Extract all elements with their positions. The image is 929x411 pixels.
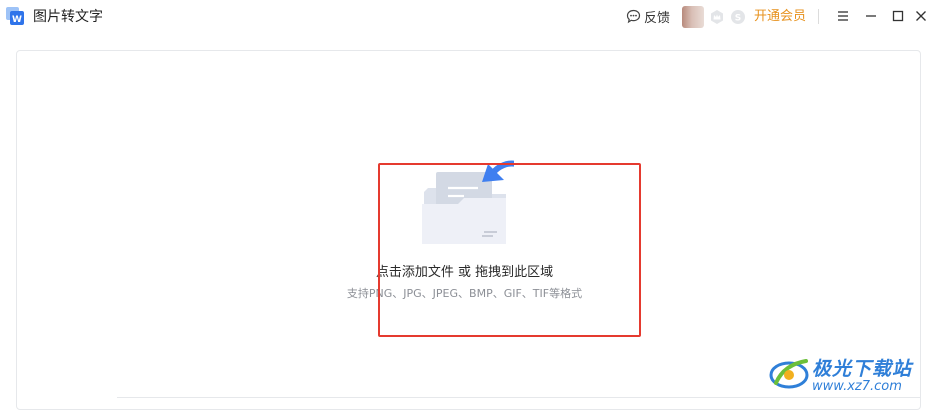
close-icon[interactable] (912, 7, 929, 25)
app-title: 图片转文字 (33, 9, 103, 25)
site-watermark: 极光下载站 www.xz7.com (768, 353, 924, 397)
svg-text:W: W (12, 15, 22, 25)
header-divider (818, 9, 819, 24)
watermark-logo-icon (769, 359, 809, 389)
minimize-icon[interactable] (862, 7, 880, 25)
annotation-highlight-box (378, 163, 641, 337)
feedback-label: 反馈 (644, 10, 671, 26)
open-vip-link[interactable]: 开通会员 (754, 8, 806, 25)
svg-text:S: S (735, 14, 741, 24)
user-avatar[interactable] (682, 6, 704, 28)
watermark-name: 极光下载站 (812, 358, 913, 380)
vip-crown-badge-icon[interactable] (709, 9, 725, 25)
title-bar: W 图片转文字 反馈 S 开通会员 (0, 0, 929, 34)
app-logo-icon: W (6, 7, 24, 25)
super-member-badge-icon[interactable]: S (730, 9, 746, 25)
chat-bubble-icon (626, 9, 641, 23)
watermark-url: www.xz7.com (812, 379, 902, 394)
maximize-icon[interactable] (889, 7, 907, 25)
bottom-divider (117, 397, 921, 398)
feedback-button[interactable]: 反馈 (626, 7, 671, 26)
menu-icon[interactable] (834, 7, 852, 25)
